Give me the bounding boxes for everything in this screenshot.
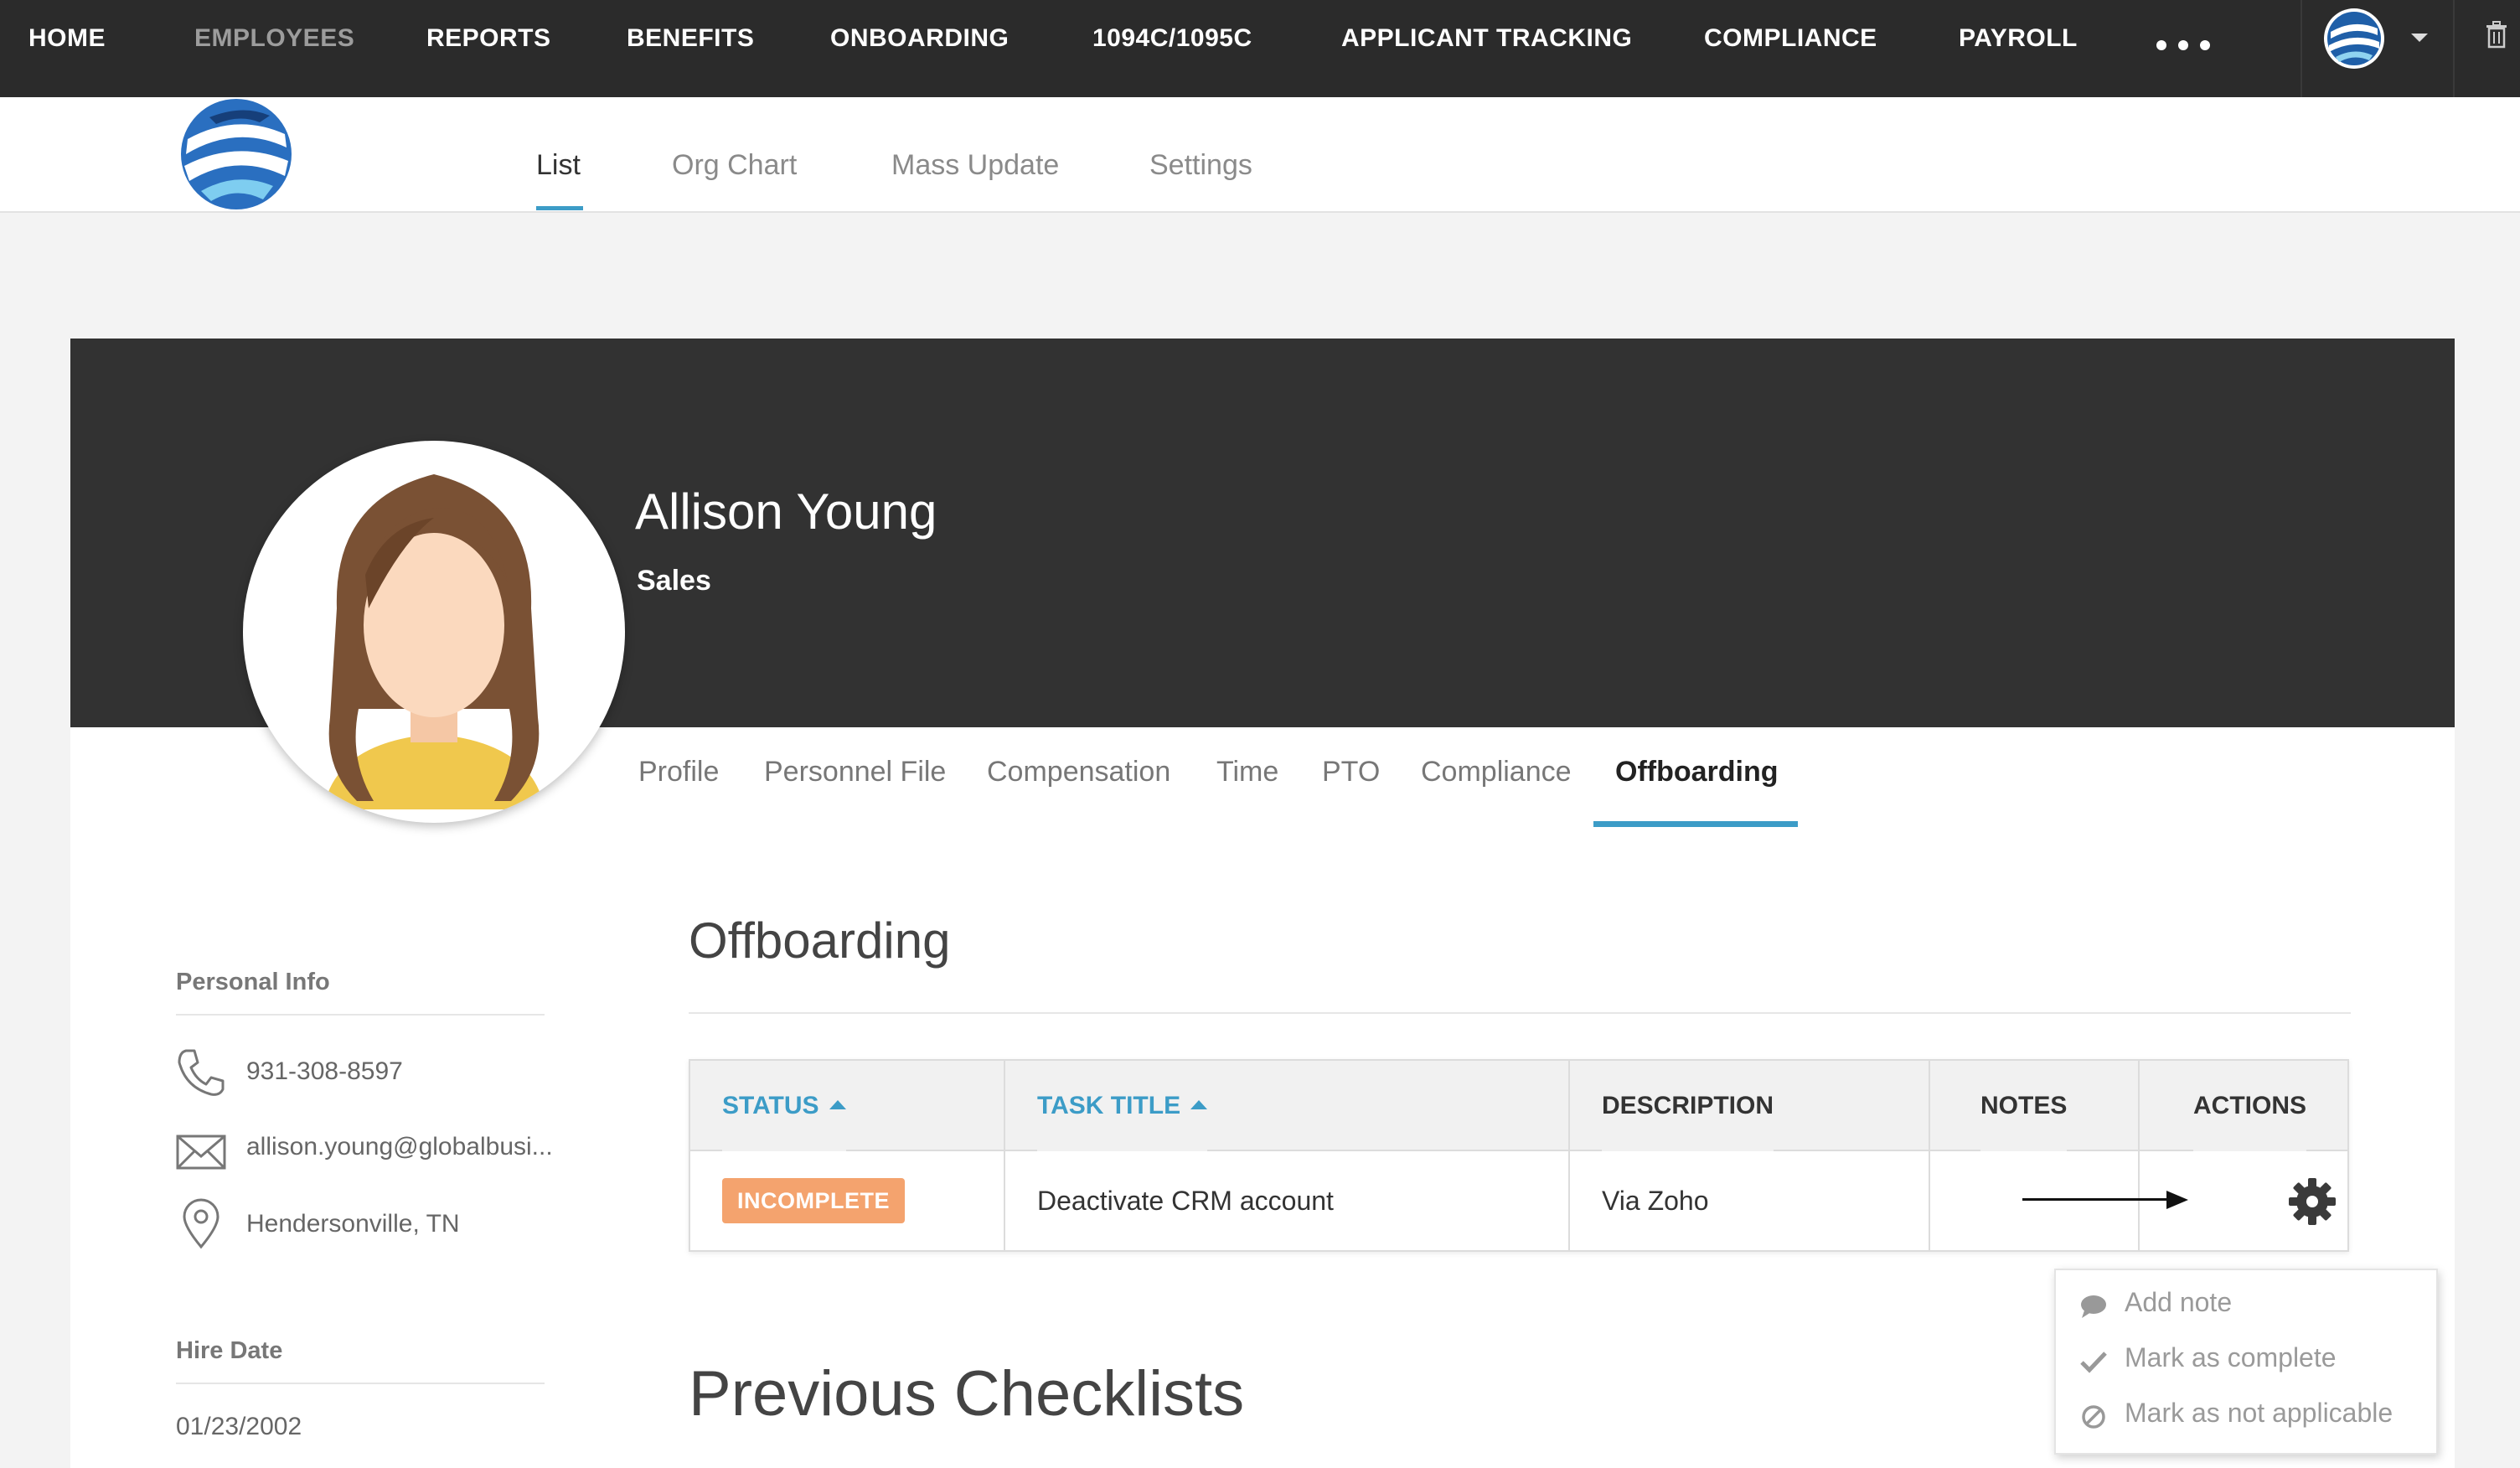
nav-benefits[interactable]: BENEFITS <box>627 0 754 77</box>
column-header-actions: ACTIONS <box>2193 1061 2306 1151</box>
email-address[interactable]: allison.young@globalbusi... <box>246 1133 553 1161</box>
tab-compliance[interactable]: Compliance <box>1421 756 1572 788</box>
menu-item-label: Mark as complete <box>2125 1342 2337 1372</box>
subtab-settings[interactable]: Settings <box>1149 149 1252 182</box>
top-navigation: HOME EMPLOYEES REPORTS BENEFITS ONBOARDI… <box>0 0 2520 97</box>
column-divider <box>1929 1061 1930 1250</box>
company-logo <box>181 99 292 209</box>
phone-icon <box>178 1049 225 1096</box>
divider <box>176 1014 545 1016</box>
column-divider <box>2138 1061 2140 1250</box>
subtab-list[interactable]: List <box>536 149 581 182</box>
employee-name: Allison Young <box>635 483 937 540</box>
gear-icon[interactable] <box>2287 1176 2337 1227</box>
column-header-status-label: STATUS <box>722 1092 819 1119</box>
section-title-previous-checklists: Previous Checklists <box>689 1358 1245 1429</box>
tab-personnel-file[interactable]: Personnel File <box>764 756 946 788</box>
employee-department: Sales <box>637 565 711 597</box>
column-divider <box>1004 1061 1005 1250</box>
checkmark-icon <box>2080 1352 2107 1373</box>
nav-applicant-tracking[interactable]: APPLICANT TRACKING <box>1341 0 1632 77</box>
nav-separator <box>2301 0 2302 97</box>
divider <box>689 1012 2351 1014</box>
avatar-illustration-icon <box>323 474 545 809</box>
subtab-mass-update[interactable]: Mass Update <box>891 149 1059 182</box>
sub-navigation: List Org Chart Mass Update Settings <box>0 97 2520 213</box>
offboarding-task-table: STATUS TASK TITLE DESCRIPTION NOTES ACTI… <box>689 1059 2349 1252</box>
annotation-arrow <box>2022 1198 2170 1201</box>
nav-home[interactable]: HOME <box>28 0 106 77</box>
sort-ascending-icon <box>829 1099 846 1109</box>
more-dots-icon[interactable] <box>2153 23 2220 57</box>
personal-info-heading: Personal Info <box>176 969 330 995</box>
column-header-task-title[interactable]: TASK TITLE <box>1037 1061 1208 1151</box>
subtab-active-indicator <box>536 206 583 210</box>
envelope-icon <box>176 1135 226 1170</box>
menu-item-add-note[interactable]: Add note <box>2056 1277 2436 1332</box>
annotation-arrow-head <box>2166 1191 2188 1209</box>
status-badge: INCOMPLETE <box>722 1178 906 1223</box>
column-header-status[interactable]: STATUS <box>722 1061 846 1151</box>
actions-dropdown-menu: Add note Mark as complete Mark as not ap… <box>2054 1269 2438 1455</box>
menu-item-label: Add note <box>2125 1287 2233 1317</box>
menu-item-mark-not-applicable[interactable]: Mark as not applicable <box>2056 1388 2436 1443</box>
globe-logo-icon[interactable] <box>2322 7 2386 70</box>
phone-number[interactable]: 931-308-8597 <box>246 1057 403 1086</box>
task-title-cell: Deactivate CRM account <box>1037 1186 1334 1216</box>
hire-date-value: 01/23/2002 <box>176 1413 302 1440</box>
prohibited-icon <box>2082 1405 2105 1429</box>
menu-item-label: Mark as not applicable <box>2125 1398 2393 1428</box>
tab-active-indicator <box>1593 821 1798 827</box>
nav-separator <box>2453 0 2455 97</box>
tab-profile[interactable]: Profile <box>638 756 719 788</box>
tab-offboarding[interactable]: Offboarding <box>1615 756 1779 788</box>
column-divider <box>1568 1061 1570 1250</box>
nav-1094c-1095c[interactable]: 1094C/1095C <box>1092 0 1252 77</box>
column-header-description: DESCRIPTION <box>1602 1061 1774 1151</box>
section-title-offboarding: Offboarding <box>689 912 951 969</box>
location-pin-icon <box>183 1198 219 1249</box>
chevron-down-icon[interactable] <box>2411 34 2428 42</box>
menu-item-mark-complete[interactable]: Mark as complete <box>2056 1332 2436 1388</box>
table-header <box>690 1061 2347 1151</box>
speech-bubble-icon <box>2081 1295 2106 1318</box>
divider <box>176 1383 545 1384</box>
column-header-notes: NOTES <box>1980 1061 2068 1151</box>
tab-compensation[interactable]: Compensation <box>987 756 1170 788</box>
nav-payroll[interactable]: PAYROLL <box>1959 0 2078 77</box>
tab-pto[interactable]: PTO <box>1322 756 1380 788</box>
column-header-task-title-label: TASK TITLE <box>1037 1092 1181 1119</box>
tab-time[interactable]: Time <box>1216 756 1278 788</box>
nav-onboarding[interactable]: ONBOARDING <box>830 0 1009 77</box>
hire-date-heading: Hire Date <box>176 1337 283 1364</box>
nav-employees[interactable]: EMPLOYEES <box>194 0 354 77</box>
avatar <box>243 441 625 823</box>
nav-reports[interactable]: REPORTS <box>426 0 551 77</box>
trash-icon[interactable] <box>2485 20 2508 50</box>
subtab-org-chart[interactable]: Org Chart <box>672 149 797 182</box>
location: Hendersonville, TN <box>246 1210 460 1238</box>
nav-compliance[interactable]: COMPLIANCE <box>1704 0 1877 77</box>
sort-ascending-icon <box>1190 1099 1208 1109</box>
description-cell: Via Zoho <box>1602 1186 1709 1216</box>
